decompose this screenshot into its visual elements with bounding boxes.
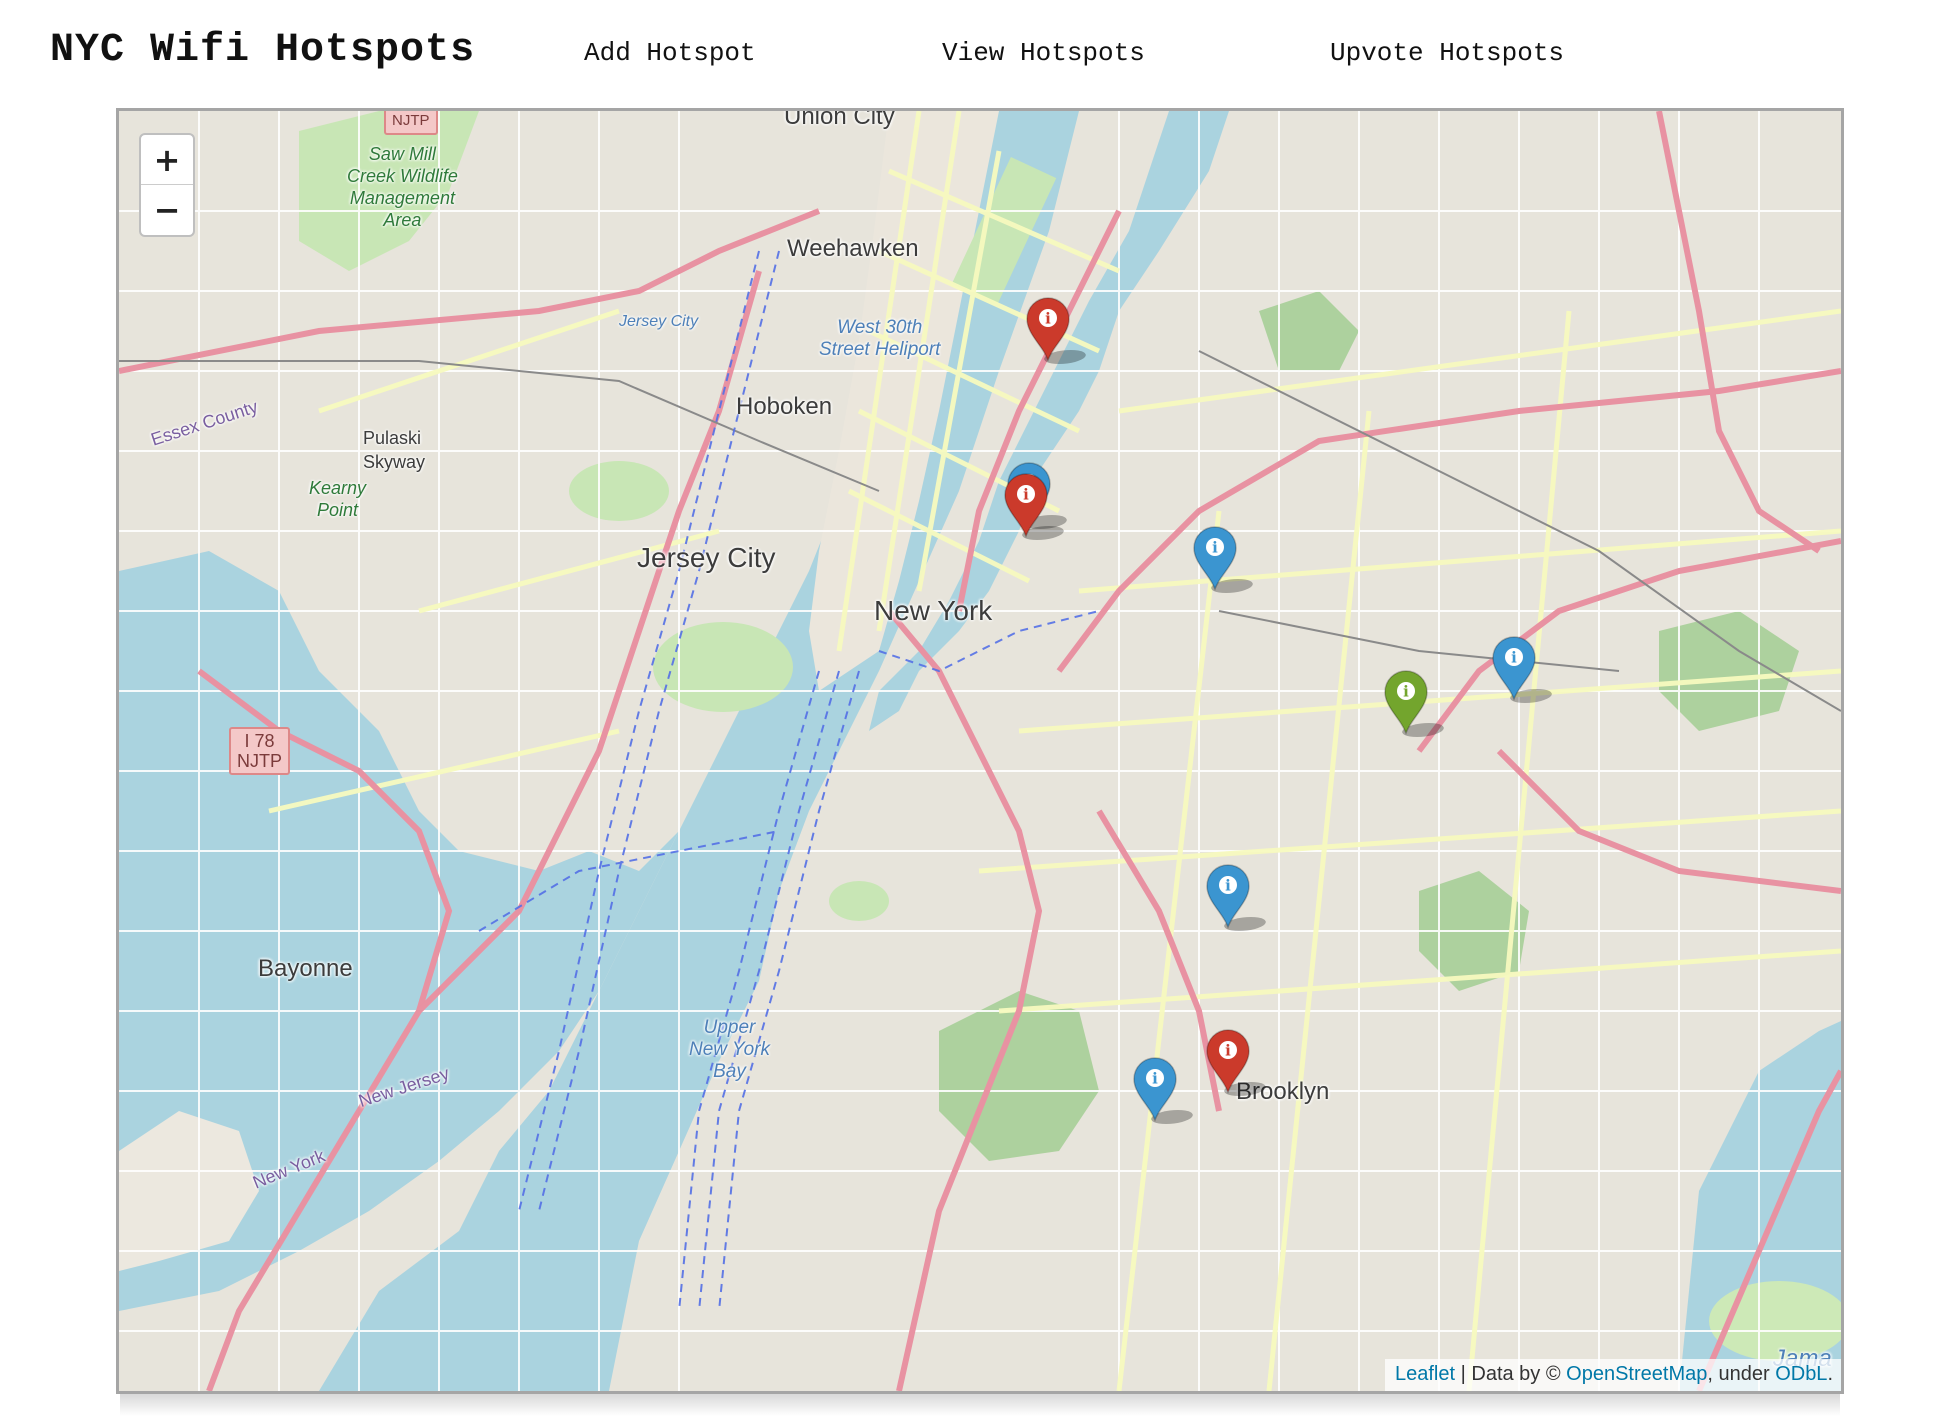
leaflet-link[interactable]: Leaflet xyxy=(1395,1363,1455,1385)
hotspot-marker-blue[interactable]: i xyxy=(1489,635,1557,703)
hotspot-marker-red[interactable]: i xyxy=(1203,1028,1271,1096)
nav-upvote-hotspots[interactable]: Upvote Hotspots xyxy=(1330,38,1564,68)
hotspot-marker-blue[interactable]: i xyxy=(1130,1056,1198,1124)
label-upper-bay: Upper New York Bay xyxy=(689,1017,770,1082)
label-pulaski-skyway: Pulaski Skyway xyxy=(363,428,426,472)
zoom-out-button[interactable]: − xyxy=(141,185,193,235)
label-hoboken: Hoboken xyxy=(736,393,833,420)
site-title: NYC Wifi Hotspots xyxy=(50,28,476,73)
attribution-text: | Data by © xyxy=(1455,1363,1567,1385)
hotspot-map[interactable]: New York Jersey City Hoboken Weehawken U… xyxy=(116,108,1844,1394)
zoom-in-button[interactable]: + xyxy=(141,135,193,185)
label-weehawken: Weehawken xyxy=(787,235,919,262)
map-attribution: Leaflet | Data by © OpenStreetMap, under… xyxy=(1385,1359,1841,1391)
label-i78-shield: I 78 NJTP xyxy=(229,727,290,775)
nav-add-hotspot[interactable]: Add Hotspot xyxy=(584,38,756,68)
marker-pin: i xyxy=(1026,297,1070,362)
map-bottom-shadow xyxy=(120,1394,1840,1416)
marker-pin: i xyxy=(1193,526,1237,591)
label-jersey-city-small: Jersey City xyxy=(619,313,699,330)
svg-text:i: i xyxy=(1023,486,1029,504)
attribution-end: . xyxy=(1827,1363,1833,1385)
marker-pin: i xyxy=(1133,1057,1177,1122)
marker-pin: i xyxy=(1492,636,1536,701)
label-kearny-point: Kearny Point xyxy=(309,478,367,520)
svg-text:i: i xyxy=(1152,1070,1158,1088)
marker-pin: i xyxy=(1206,1029,1250,1094)
svg-text:i: i xyxy=(1212,539,1218,557)
label-union-city: Union City xyxy=(784,108,895,130)
top-navigation-bar: NYC Wifi Hotspots Add Hotspot View Hotsp… xyxy=(0,0,1960,108)
svg-text:i: i xyxy=(1225,1042,1231,1060)
marker-pin: i xyxy=(1206,864,1250,929)
map-tiles[interactable] xyxy=(119,111,1841,1391)
marker-pin: i xyxy=(1384,670,1428,735)
openstreetmap-link[interactable]: OpenStreetMap xyxy=(1566,1363,1707,1385)
hotspot-marker-blue[interactable]: i xyxy=(1203,863,1271,931)
odbl-link[interactable]: ODbL xyxy=(1775,1363,1827,1385)
zoom-control: + − xyxy=(139,133,195,237)
svg-text:i: i xyxy=(1045,310,1051,328)
label-njtp-shield: NJTP xyxy=(384,111,438,135)
nav-view-hotspots[interactable]: View Hotspots xyxy=(942,38,1145,68)
hotspot-marker-blue[interactable]: i xyxy=(1190,525,1258,593)
label-jersey-city: Jersey City xyxy=(637,542,776,573)
svg-text:i: i xyxy=(1403,683,1409,701)
svg-text:i: i xyxy=(1511,649,1517,667)
svg-text:i: i xyxy=(1225,877,1231,895)
hotspot-marker-green[interactable]: i xyxy=(1381,669,1449,737)
attribution-under: , under xyxy=(1707,1363,1776,1385)
label-new-york: New York xyxy=(874,595,993,626)
hotspot-marker-red[interactable]: i xyxy=(1001,472,1069,540)
hotspot-marker-red[interactable]: i xyxy=(1023,296,1091,364)
label-bayonne: Bayonne xyxy=(258,955,353,982)
label-saw-mill-creek: Saw Mill Creek Wildlife Management Area xyxy=(347,144,458,230)
label-heliport: West 30th Street Heliport xyxy=(819,317,941,360)
marker-pin: i xyxy=(1004,473,1048,538)
